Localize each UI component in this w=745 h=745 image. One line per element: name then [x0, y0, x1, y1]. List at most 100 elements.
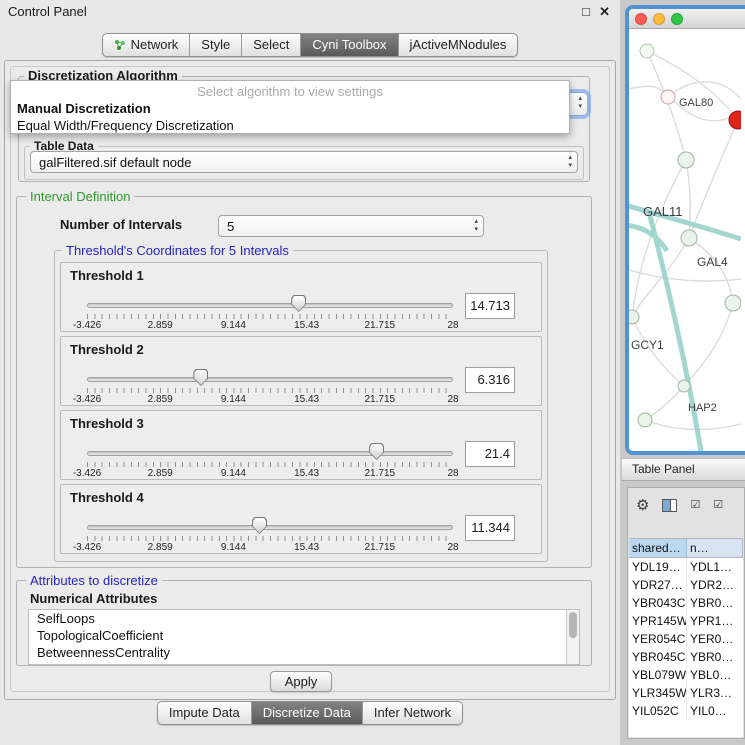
close-traffic-light-icon[interactable] — [635, 13, 647, 25]
tab-jactivemnodules[interactable]: jActiveMNodules — [398, 34, 518, 56]
scale-label: 9.144 — [221, 394, 246, 405]
threshold-value-field[interactable]: 6.316 — [465, 367, 515, 393]
attribute-list-item[interactable]: SelfLoops — [29, 610, 579, 627]
table-row[interactable]: YBL079WYBL0… — [629, 666, 743, 684]
numerical-attributes-label: Numerical Attributes — [30, 591, 157, 606]
zoom-traffic-light-icon[interactable] — [671, 13, 683, 25]
attribute-list-item[interactable]: TopologicalCoefficient — [29, 627, 579, 644]
stepper-icon: ▴▾ — [578, 95, 582, 111]
table-cell: YLR3… — [687, 684, 743, 702]
table-panel-header[interactable]: Table Panel — [622, 458, 745, 481]
tab-network[interactable]: Network — [103, 34, 190, 56]
slider-handle[interactable] — [252, 517, 267, 534]
scrollbar-thumb[interactable] — [569, 612, 577, 638]
network-canvas[interactable]: GAL80GAL11GAL4GCY1HAP2 — [629, 29, 745, 451]
scrollbar[interactable] — [566, 610, 579, 664]
tab-label: jActiveMNodules — [410, 37, 507, 52]
scale-label: 2.859 — [148, 394, 173, 405]
threshold-label: Threshold 4 — [70, 490, 144, 505]
slider-track[interactable] — [87, 377, 453, 382]
threshold-value-field[interactable]: 14.713 — [465, 293, 515, 319]
table-panel-title: Table Panel — [632, 462, 695, 476]
threshold-panel: Threshold 3 -3.4262.8599.14415.4321.7152… — [60, 410, 542, 480]
scale-label: 21.715 — [365, 320, 396, 331]
tab-cyni-toolbox[interactable]: Cyni Toolbox — [300, 34, 397, 56]
tab-select[interactable]: Select — [241, 34, 300, 56]
select-all-columns-icon[interactable]: ☑ — [690, 500, 700, 511]
scale-label: 28 — [447, 468, 458, 479]
column-header[interactable]: shared… — [629, 539, 687, 557]
table-cell: YPR145W — [629, 612, 687, 630]
network-node[interactable] — [678, 380, 690, 392]
network-node[interactable] — [661, 90, 675, 104]
network-node[interactable] — [638, 413, 652, 427]
slider-handle[interactable] — [193, 369, 208, 386]
tab-style[interactable]: Style — [189, 34, 241, 56]
threshold-value-field[interactable]: 21.4 — [465, 441, 515, 467]
slider-ticks — [87, 536, 453, 541]
table-cell: YER054C — [629, 630, 687, 648]
table-row[interactable]: YBR045CYBR0… — [629, 648, 743, 666]
control-panel: Control Panel □ ✕ NetworkStyle Select Cyni… — [0, 0, 620, 745]
tab-label: Select — [253, 37, 289, 52]
table-data-select[interactable]: galFiltered.sif default node ▴▾ — [30, 151, 578, 173]
threshold-slider[interactable]: -3.4262.8599.14415.4321.71528 — [87, 441, 453, 481]
apply-button[interactable]: Apply — [270, 671, 332, 692]
gear-icon[interactable]: ⚙ — [636, 498, 649, 513]
table-header-row: shared…n… — [629, 538, 743, 558]
network-node[interactable] — [725, 295, 741, 311]
table-row[interactable]: YDL19…YDL1… — [629, 558, 743, 576]
table-row[interactable]: YIL052CYIL0… — [629, 702, 743, 720]
float-window-icon[interactable]: □ — [582, 4, 590, 19]
numerical-attributes-list[interactable]: SelfLoopsTopologicalCoefficientBetweenne… — [28, 609, 580, 665]
table-cell: YDR2… — [687, 576, 743, 594]
threshold-slider[interactable]: -3.4262.8599.14415.4321.71528 — [87, 293, 453, 333]
slider-track[interactable] — [87, 451, 453, 456]
scale-label: 15.43 — [294, 468, 319, 479]
slider-track[interactable] — [87, 525, 453, 530]
slider-handle[interactable] — [291, 295, 306, 312]
scale-label: 15.43 — [294, 320, 319, 331]
slider-track[interactable] — [87, 303, 453, 308]
tab-label: Discretize Data — [263, 705, 351, 720]
slider-handle[interactable] — [369, 443, 384, 460]
algorithm-dropdown-popup: Select algorithm to view settings Manual… — [10, 80, 570, 134]
network-node[interactable] — [729, 111, 741, 129]
tab-discretize-data[interactable]: Discretize Data — [251, 702, 362, 724]
table-cell: YIL0… — [687, 702, 743, 720]
deselect-columns-icon[interactable]: ☑ — [713, 500, 723, 511]
node-label: HAP2 — [688, 402, 717, 414]
dropdown-item[interactable]: Equal Width/Frequency Discretization — [11, 117, 569, 134]
slider-scale: -3.4262.8599.14415.4321.71528 — [87, 468, 453, 480]
close-icon[interactable]: ✕ — [599, 4, 610, 20]
number-of-intervals-select[interactable]: 5 ▴▾ — [218, 215, 484, 237]
network-node[interactable] — [678, 152, 694, 168]
network-node[interactable] — [681, 230, 697, 246]
table-row[interactable]: YER054CYER0… — [629, 630, 743, 648]
node-label: GAL80 — [679, 97, 713, 109]
network-window-titlebar[interactable] — [629, 9, 745, 29]
column-header[interactable]: n… — [687, 539, 743, 557]
network-node[interactable] — [640, 44, 654, 58]
table-row[interactable]: YLR345WYLR3… — [629, 684, 743, 702]
threshold-slider[interactable]: -3.4262.8599.14415.4321.71528 — [87, 367, 453, 407]
threshold-slider[interactable]: -3.4262.8599.14415.4321.71528 — [87, 515, 453, 555]
network-node[interactable] — [629, 310, 639, 324]
tab-impute-data[interactable]: Impute Data — [158, 702, 251, 724]
table-row[interactable]: YDR27…YDR2… — [629, 576, 743, 594]
threshold-value-field[interactable]: 11.344 — [465, 515, 515, 541]
threshold-panel: Threshold 2 -3.4262.8599.14415.4321.7152… — [60, 336, 542, 406]
table-row[interactable]: YPR145WYPR1… — [629, 612, 743, 630]
panel-title: Control Panel — [8, 4, 87, 19]
scale-label: 28 — [447, 320, 458, 331]
attribute-list-item[interactable]: BetweennessCentrality — [29, 644, 579, 661]
minimize-traffic-light-icon[interactable] — [653, 13, 665, 25]
tab-infer-network[interactable]: Infer Network — [362, 702, 462, 724]
scale-label: 21.715 — [365, 394, 396, 405]
attributes-group-title: Attributes to discretize — [26, 573, 162, 588]
dropdown-item[interactable]: Manual Discretization — [11, 100, 569, 117]
tab-label: Cyni Toolbox — [312, 37, 386, 52]
columns-icon[interactable] — [662, 499, 677, 512]
scale-label: 2.859 — [148, 320, 173, 331]
table-row[interactable]: YBR043CYBR0… — [629, 594, 743, 612]
